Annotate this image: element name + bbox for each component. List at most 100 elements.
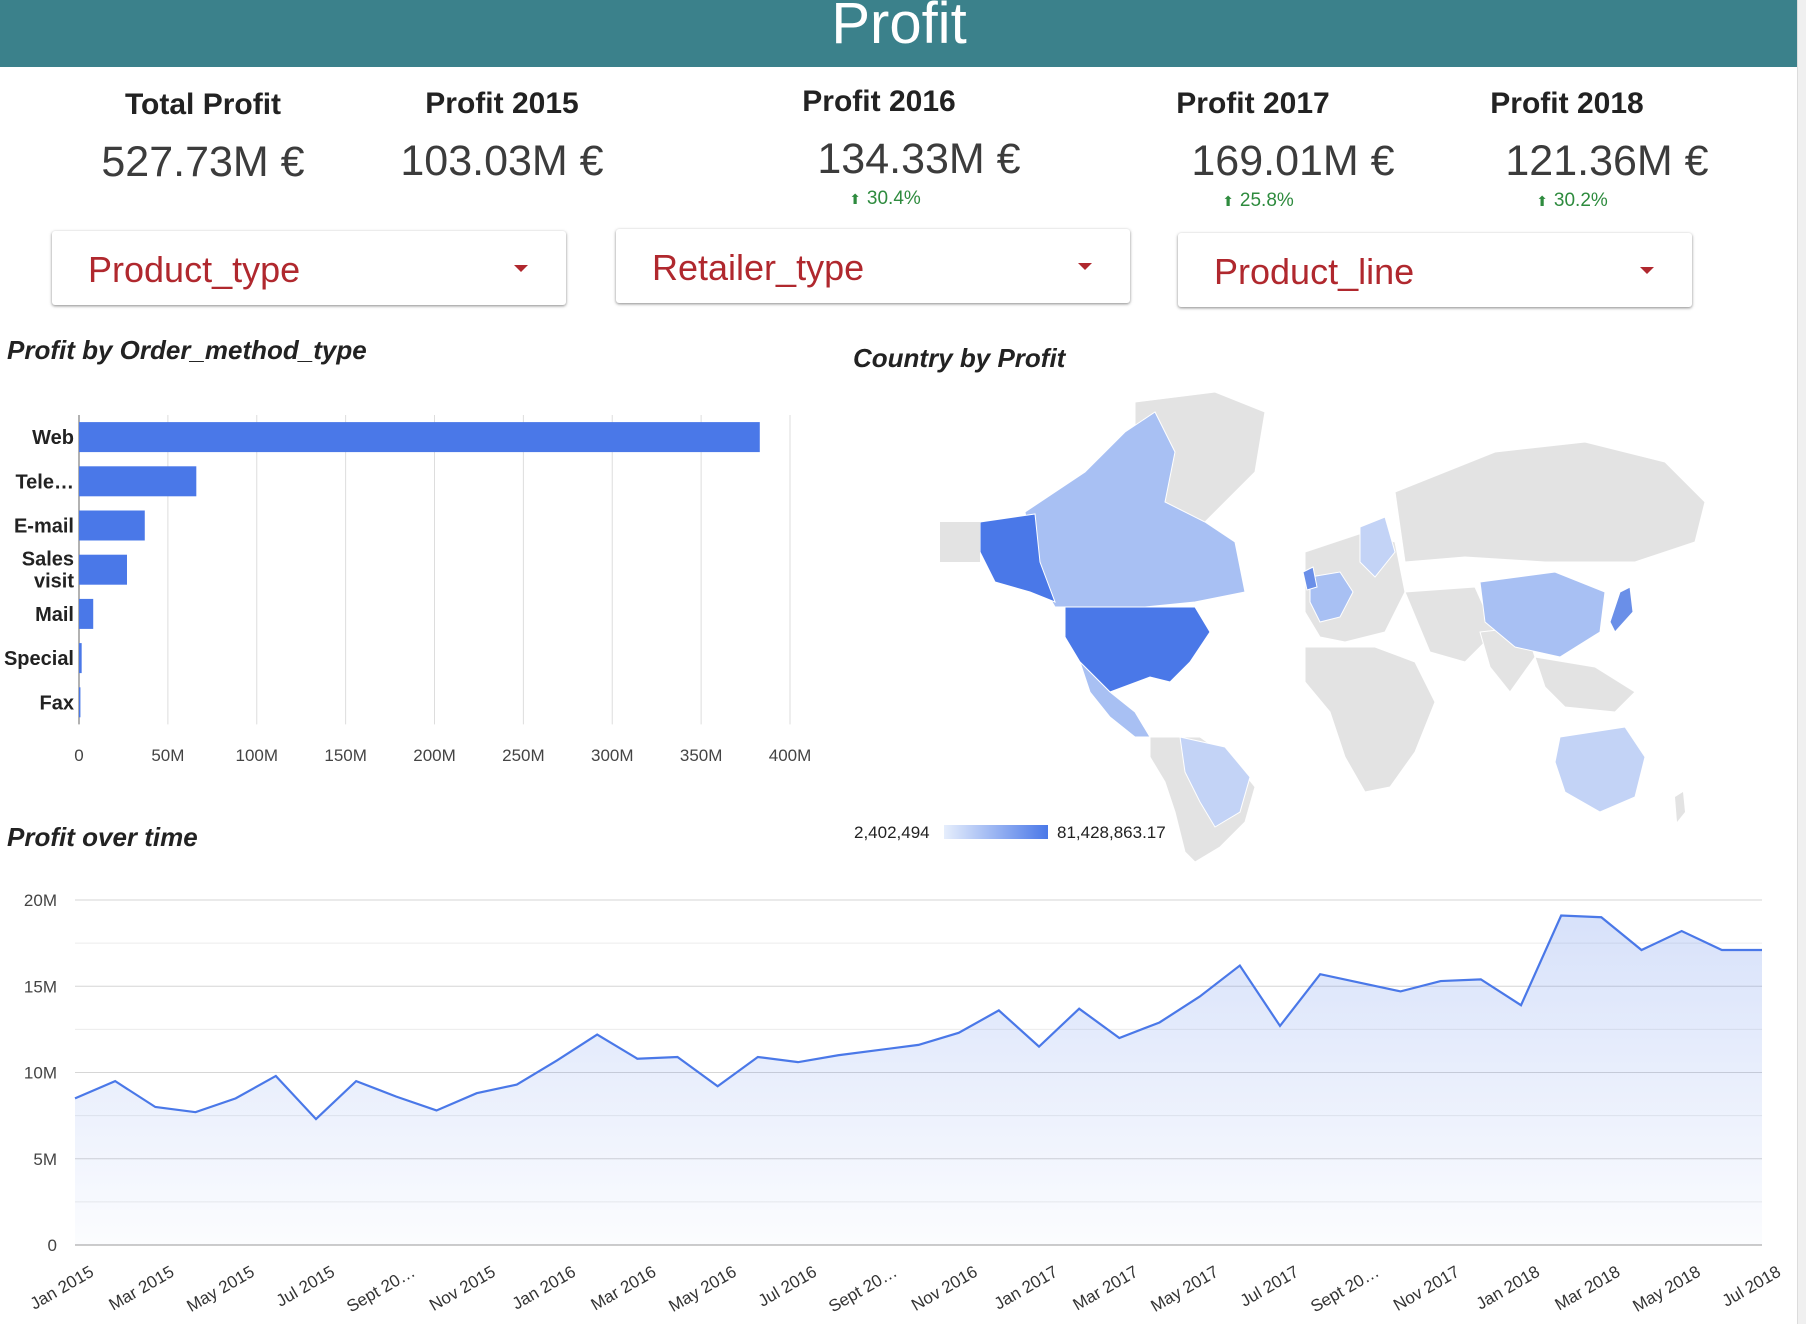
profit-area <box>75 915 1762 1245</box>
category-label: Web <box>32 427 74 449</box>
category-label: Fax <box>40 692 74 714</box>
x-tick-label: Jul 2017 <box>1237 1262 1302 1311</box>
x-tick-label: Mar 2015 <box>106 1262 178 1314</box>
filter-label: Product_line <box>1214 251 1415 292</box>
x-tick-label: 0 <box>74 746 83 765</box>
kpi-value: 169.01M € <box>1191 137 1395 185</box>
x-tick-label: 350M <box>680 746 723 765</box>
y-tick-label: 10M <box>24 1064 57 1083</box>
kpi-delta: ⬆ 30.4% <box>849 188 921 209</box>
kpi-profit-2016: Profit 2016 134.33M € ⬆ 30.4% <box>714 85 1044 210</box>
legend-max-label: 81,428,863.17 <box>1057 823 1166 842</box>
page-title: Profit <box>831 0 967 56</box>
x-tick-label: 150M <box>324 746 367 765</box>
kpi-label: Profit 2018 <box>1490 87 1644 120</box>
bar <box>79 643 82 674</box>
kpi-value: 121.36M € <box>1505 137 1709 185</box>
kpi-value: 134.33M € <box>817 135 1021 183</box>
x-tick-label: Jan 2017 <box>991 1262 1061 1313</box>
japan-region <box>1609 586 1634 633</box>
y-tick-label: 0 <box>48 1236 57 1255</box>
caret-down-icon <box>1078 263 1092 270</box>
map-title: Country by Profit <box>853 343 1066 373</box>
category-label: visit <box>34 571 74 593</box>
line-chart-title: Profit over time <box>7 822 198 852</box>
x-tick-label: Mar 2016 <box>588 1262 660 1314</box>
kpi-profit-2015: Profit 2015 103.03M € <box>337 87 667 186</box>
kpi-label: Total Profit <box>124 88 282 121</box>
bar <box>79 554 127 585</box>
product-type-filter[interactable]: Product_type <box>52 231 566 305</box>
bar <box>79 687 81 718</box>
world-map <box>940 392 1706 862</box>
kpi-label: Profit 2017 <box>1176 87 1330 120</box>
australia-region <box>1554 726 1646 813</box>
x-tick-label: Jul 2015 <box>273 1262 338 1311</box>
x-tick-label: May 2018 <box>1629 1262 1703 1316</box>
x-tick-label: 100M <box>235 746 278 765</box>
x-tick-label: May 2017 <box>1147 1262 1221 1316</box>
bar <box>79 510 145 541</box>
x-tick-label: Jan 2015 <box>27 1262 97 1313</box>
x-tick-label: Nov 2015 <box>426 1262 499 1315</box>
x-tick-label: 400M <box>769 746 812 765</box>
caret-down-icon <box>514 265 528 272</box>
legend-min-label: 2,402,494 <box>854 823 930 842</box>
kpi-label: Profit 2016 <box>802 85 956 118</box>
africa-region <box>1304 646 1436 793</box>
x-tick-label: 50M <box>151 746 184 765</box>
y-tick-label: 20M <box>24 891 57 910</box>
bar-chart-title: Profit by Order_method_type <box>7 335 367 365</box>
legend-gradient-bar <box>944 825 1048 839</box>
x-tick-label: Jan 2018 <box>1473 1262 1543 1313</box>
kpi-value: 103.03M € <box>400 137 604 185</box>
bar <box>79 466 197 497</box>
page-header: Profit <box>0 0 1798 67</box>
vertical-scrollbar[interactable] <box>1797 0 1806 1324</box>
product-line-filter[interactable]: Product_line <box>1178 233 1692 307</box>
x-tick-label: Mar 2018 <box>1552 1262 1624 1314</box>
profit-over-time-chart: 0 5M 10M 15M 20M Jan 2015 Mar 2015 May 2015 Jul … <box>24 891 1784 1316</box>
caret-down-icon <box>1640 267 1654 274</box>
filter-label: Retailer_type <box>652 247 865 288</box>
category-label: E-mail <box>14 516 74 538</box>
kpi-total-profit: Total Profit 527.73M € <box>38 88 368 187</box>
new-zealand-region <box>1675 792 1685 822</box>
x-tick-label: Sept 20… <box>825 1262 900 1316</box>
kpi-value: 527.73M € <box>101 138 305 186</box>
bar <box>79 422 760 453</box>
x-tick-label: 250M <box>502 746 545 765</box>
x-tick-label: Sept 20… <box>1307 1262 1382 1316</box>
kpi-delta: ⬆ 25.8% <box>1222 190 1294 211</box>
x-tick-label: Nov 2016 <box>908 1262 981 1315</box>
middle-east-region <box>1404 586 1496 663</box>
arrow-up-icon: ⬆ <box>1222 193 1234 209</box>
bar <box>79 598 94 629</box>
category-label: Sales <box>22 549 74 571</box>
x-tick-label: Mar 2017 <box>1070 1262 1142 1314</box>
retailer-type-filter[interactable]: Retailer_type <box>616 229 1130 303</box>
category-label: Special <box>4 648 74 670</box>
category-label: Mail <box>35 604 74 626</box>
arrow-up-icon: ⬆ <box>1536 193 1548 209</box>
y-tick-label: 15M <box>24 977 57 996</box>
kpi-label: Profit 2015 <box>425 87 579 120</box>
filter-label: Product_type <box>88 249 301 290</box>
category-label: Tele… <box>15 471 74 493</box>
x-tick-label: May 2015 <box>183 1262 257 1316</box>
x-tick-label: 300M <box>591 746 634 765</box>
x-tick-label: Jul 2016 <box>755 1262 820 1311</box>
kpi-delta: ⬆ 30.2% <box>1536 190 1608 211</box>
x-tick-label: 200M <box>413 746 456 765</box>
kpi-profit-2018: Profit 2018 121.36M € ⬆ 30.2% <box>1402 87 1732 212</box>
y-tick-label: 5M <box>33 1150 57 1169</box>
x-tick-label: Nov 2017 <box>1390 1262 1463 1315</box>
southeast-asia-region <box>1534 656 1636 713</box>
x-tick-label: Sept 20… <box>343 1262 418 1316</box>
x-tick-label: May 2016 <box>665 1262 739 1316</box>
order-method-bar-chart: 0 50M 100M 150M 200M 250M 300M 350M 400M Web Tele…… <box>4 415 812 765</box>
x-tick-label: Jan 2016 <box>509 1262 579 1313</box>
arrow-up-icon: ⬆ <box>849 191 861 207</box>
russia-region <box>1394 441 1706 563</box>
x-tick-label: Jul 2018 <box>1719 1262 1784 1311</box>
